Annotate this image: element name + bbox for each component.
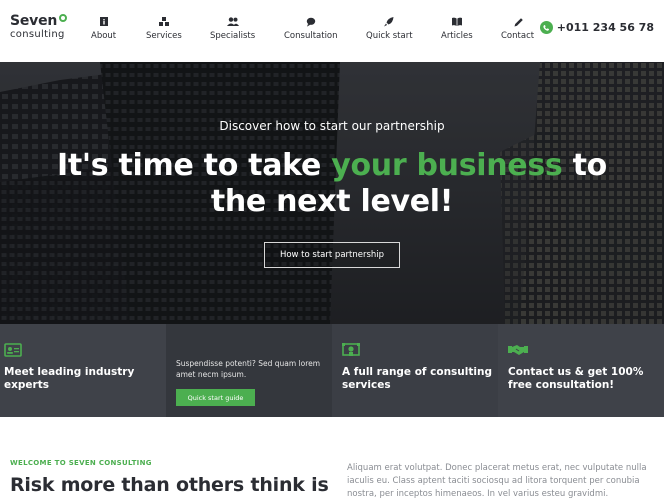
site-header: Seven consulting About Services Speciali… (0, 0, 664, 62)
users-icon (226, 17, 239, 26)
hero-title-accent: your business (331, 148, 563, 183)
hero-title-line2: the next level! (210, 184, 454, 219)
feature-strip: Meet leading industry experts Suspendiss… (0, 324, 664, 417)
id-card-icon (4, 343, 22, 357)
phone-contact[interactable]: +011 234 56 78 (539, 21, 654, 34)
hero-kicker: Discover how to start our partnership (219, 119, 445, 133)
rocket-icon (384, 17, 394, 27)
nav-label: About (91, 31, 117, 41)
section-paragraph: Aliquam erat volutpat. Donec placerat me… (347, 463, 647, 499)
feature-text: Suspendisse potenti? Sed quam lorem amet… (176, 359, 321, 379)
feature-title: A full range of consulting services (342, 366, 492, 391)
nav-label: Consultation (284, 31, 338, 41)
feature-title: Contact us & get 100% free consultation! (508, 366, 644, 391)
partnership-button[interactable]: How to start partnership (264, 242, 400, 268)
section-heading: Risk more than others think is (10, 474, 329, 496)
phone-number: +011 234 56 78 (556, 21, 654, 34)
hero-banner: Discover how to start our partnership It… (0, 62, 664, 324)
feature-experts[interactable]: Meet leading industry experts (0, 324, 166, 417)
feature-quick-start: Suspendisse potenti? Sed quam lorem amet… (166, 324, 332, 417)
hero-title: It's time to take your business to the n… (0, 148, 664, 220)
nav-label: Services (146, 31, 182, 41)
nav-item-quick-start[interactable]: Quick start (366, 16, 413, 41)
nav-label: Articles (441, 31, 473, 41)
nav-item-specialists[interactable]: Specialists (210, 16, 255, 41)
certificate-icon (342, 343, 360, 356)
section-kicker: WELCOME TO SEVEN CONSULTING (10, 459, 152, 467)
feature-services[interactable]: A full range of consulting services (332, 324, 498, 417)
nav-item-contact[interactable]: Contact (501, 16, 534, 41)
feature-title: Meet leading industry experts (4, 366, 135, 391)
nav-label: Contact (501, 31, 535, 41)
hero-title-part: to (562, 148, 608, 183)
nav-item-consultation[interactable]: Consultation (284, 16, 338, 41)
cubes-icon (158, 17, 169, 26)
info-icon (99, 17, 108, 26)
whatsapp-icon (539, 21, 553, 34)
hero-title-part: It's time to take (57, 148, 332, 183)
quick-start-guide-button[interactable]: Quick start guide (176, 389, 255, 406)
book-icon (451, 17, 462, 26)
pencil-icon (514, 18, 523, 27)
nav-item-services[interactable]: Services (146, 16, 182, 41)
nav-item-about[interactable]: About (91, 16, 116, 41)
handshake-icon (508, 345, 528, 355)
feature-free-consultation[interactable]: Contact us & get 100% free consultation! (498, 324, 664, 417)
nav-item-articles[interactable]: Articles (441, 16, 473, 41)
nav-label: Quick start (366, 31, 413, 41)
nav-label: Specialists (210, 31, 256, 41)
chat-icon (306, 17, 315, 27)
